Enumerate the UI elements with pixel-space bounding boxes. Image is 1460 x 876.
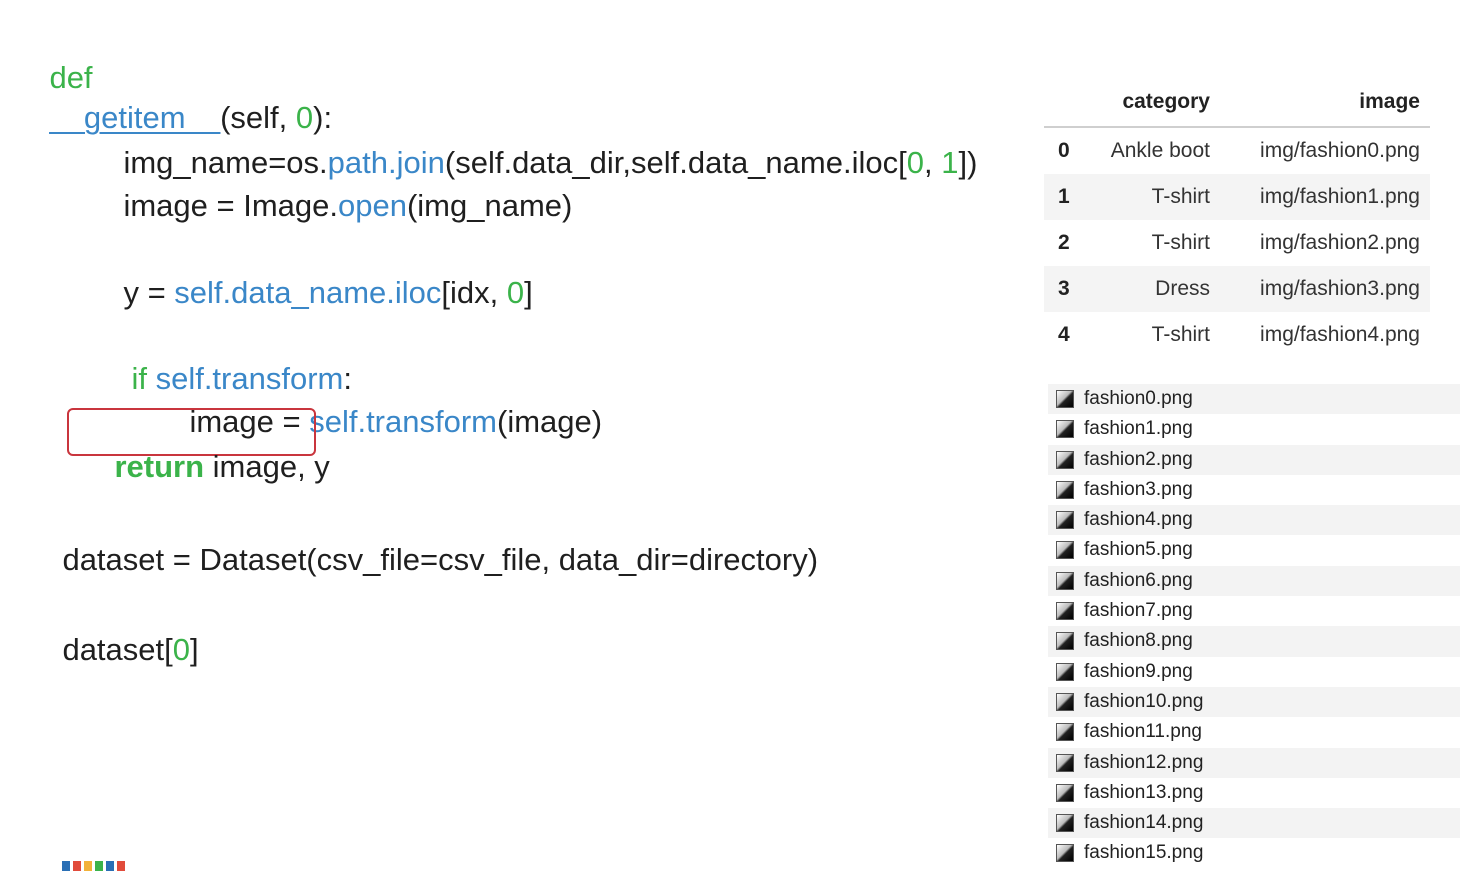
file-name: fashion6.png: [1084, 569, 1193, 591]
row-index: 2: [1058, 231, 1070, 254]
cell-image: img/fashion2.png: [1260, 231, 1420, 254]
code-text: (img_name): [406, 188, 573, 223]
file-item[interactable]: fashion13.png: [1048, 778, 1460, 808]
file-item[interactable]: fashion6.png: [1048, 565, 1460, 597]
code-text: dataset[: [62, 632, 173, 667]
image-file-icon: [1056, 511, 1074, 530]
image-file-icon: [1056, 480, 1074, 499]
file-item[interactable]: fashion10.png: [1048, 686, 1460, 718]
transform-attr: self.transform: [309, 404, 497, 439]
file-name: fashion10.png: [1084, 690, 1204, 712]
file-item[interactable]: fashion0.png: [1048, 384, 1460, 415]
row-index: 0: [1058, 139, 1070, 162]
file-item[interactable]: fashion11.png: [1048, 717, 1460, 747]
if-keyword: if: [131, 361, 156, 396]
file-item[interactable]: fashion5.png: [1048, 535, 1460, 565]
cell-image: img/fashion0.png: [1260, 139, 1420, 162]
file-name: fashion14.png: [1084, 812, 1204, 834]
cell-category: Dress: [1155, 277, 1210, 300]
file-name: fashion1.png: [1084, 418, 1193, 440]
table-row: 2 T-shirt img/fashion2.png: [1044, 220, 1430, 266]
number-literal: 0: [172, 632, 191, 667]
code-text: ]): [958, 145, 978, 180]
cell-category: T-shirt: [1151, 185, 1210, 208]
file-item[interactable]: fashion4.png: [1048, 505, 1460, 536]
file-name: fashion2.png: [1084, 448, 1193, 470]
image-file-icon: [1056, 602, 1074, 621]
file-item[interactable]: fashion12.png: [1048, 747, 1460, 778]
def-keyword: def: [49, 60, 93, 95]
file-item[interactable]: fashion8.png: [1048, 626, 1460, 657]
file-item[interactable]: fashion7.png: [1048, 596, 1460, 626]
file-item[interactable]: fashion2.png: [1048, 444, 1460, 475]
code-text: image, y: [204, 449, 330, 484]
file-name: fashion4.png: [1084, 509, 1193, 531]
image-file-icon: [1056, 390, 1074, 408]
image-file-icon: [1056, 753, 1074, 772]
number-literal: 1: [941, 145, 959, 180]
header-image: image: [1359, 90, 1420, 113]
code-text: dataset = Dataset(csv_file=csv_file, dat…: [62, 542, 819, 577]
file-name: fashion13.png: [1084, 781, 1204, 803]
image-file-icon: [1056, 814, 1074, 833]
file-name: fashion15.png: [1084, 842, 1204, 864]
image-file-icon: [1056, 723, 1074, 742]
code-text: (image): [497, 404, 603, 439]
file-name: fashion9.png: [1084, 660, 1193, 682]
table-row: 4 T-shirt img/fashion4.png: [1044, 312, 1430, 358]
number-literal: 0: [506, 275, 525, 310]
code-text: ,: [923, 145, 942, 180]
code-line-dataset-index: dataset[0]: [28, 590, 199, 710]
code-text: image = Image.: [123, 188, 338, 223]
table-header: category image: [1044, 80, 1430, 128]
row-index: 3: [1058, 277, 1070, 300]
file-name: fashion0.png: [1084, 388, 1193, 409]
file-item[interactable]: fashion3.png: [1048, 475, 1460, 505]
header-category: category: [1122, 90, 1210, 113]
image-file-icon: [1056, 783, 1074, 802]
number-literal: 0: [906, 145, 924, 180]
return-keyword: return: [114, 449, 205, 484]
image-file-icon: [1056, 844, 1074, 863]
image-file-icon: [1056, 541, 1074, 560]
cell-image: img/fashion4.png: [1260, 323, 1420, 346]
image-file-icon: [1056, 692, 1074, 711]
table-row: 0 Ankle boot img/fashion0.png: [1044, 128, 1430, 174]
code-text: ]: [524, 275, 533, 310]
row-index: 4: [1058, 323, 1070, 346]
code-text: [idx,: [441, 275, 507, 310]
row-index: 1: [1058, 185, 1070, 208]
open-method: open: [338, 188, 407, 223]
table-row: 3 Dress img/fashion3.png: [1044, 266, 1430, 312]
table-row: 1 T-shirt img/fashion1.png: [1044, 174, 1430, 220]
dataframe-table: category image 0 Ankle boot img/fashion0…: [1044, 80, 1430, 358]
file-name: fashion3.png: [1084, 478, 1193, 500]
image-file-icon: [1056, 662, 1074, 681]
iloc-attr: self.data_name.iloc: [174, 275, 442, 310]
cell-category: T-shirt: [1151, 231, 1210, 254]
file-name: fashion12.png: [1084, 751, 1204, 773]
file-item[interactable]: fashion15.png: [1048, 838, 1460, 868]
cell-category: T-shirt: [1151, 323, 1210, 346]
image-file-icon: [1056, 571, 1074, 590]
file-item[interactable]: fashion14.png: [1048, 808, 1460, 839]
file-item[interactable]: fashion9.png: [1048, 657, 1460, 687]
cell-image: img/fashion3.png: [1260, 277, 1420, 300]
file-name: fashion5.png: [1084, 539, 1193, 561]
image-file-icon: [1056, 632, 1074, 651]
code-panel: def __getitem__(self, 0): img_name=os.pa…: [0, 0, 1030, 868]
cell-image: img/fashion1.png: [1260, 185, 1420, 208]
code-text: y =: [123, 275, 175, 310]
file-name: fashion8.png: [1084, 630, 1193, 652]
brand-logo: [62, 858, 162, 871]
code-text: ]: [190, 632, 199, 667]
file-name: fashion7.png: [1084, 600, 1193, 622]
image-file-icon: [1056, 420, 1074, 439]
file-name: fashion11.png: [1084, 721, 1202, 743]
file-item[interactable]: fashion1.png: [1048, 414, 1460, 444]
file-list: fashion0.png fashion1.png fashion2.png f…: [1048, 384, 1460, 869]
cell-category: Ankle boot: [1110, 139, 1210, 162]
image-file-icon: [1056, 450, 1074, 469]
